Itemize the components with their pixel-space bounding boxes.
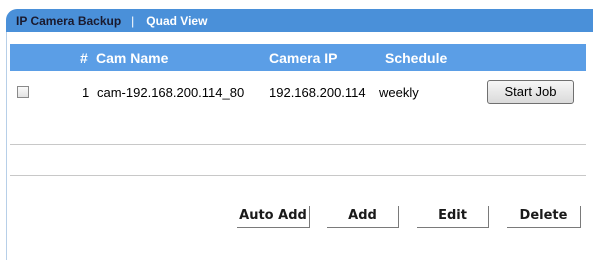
tab-quad-view[interactable]: Quad View [146,14,207,28]
table-header: # Cam Name Camera IP Schedule [10,44,586,71]
tab-ip-camera-backup[interactable]: IP Camera Backup [16,14,121,28]
divider [10,144,586,145]
delete-button[interactable]: Delete [507,206,581,228]
row-schedule: weekly [379,85,419,100]
edit-button[interactable]: Edit [417,206,489,228]
add-button[interactable]: Add [327,206,399,228]
tab-separator: | [131,13,135,28]
column-header-index: # [80,50,88,66]
divider [10,175,586,176]
row-index: 1 [82,85,90,100]
column-header-schedule: Schedule [385,50,448,66]
row-cam-name: cam-192.168.200.114_80 [97,85,245,100]
row-camera-ip: 192.168.200.114 [269,85,366,100]
start-job-button[interactable]: Start Job [487,80,574,104]
auto-add-button[interactable]: Auto Add [237,206,310,228]
column-header-camera-ip: Camera IP [269,50,338,66]
column-header-cam-name: Cam Name [96,50,169,66]
row-checkbox[interactable] [17,86,29,98]
tab-bar: IP Camera Backup | Quad View [6,9,593,32]
